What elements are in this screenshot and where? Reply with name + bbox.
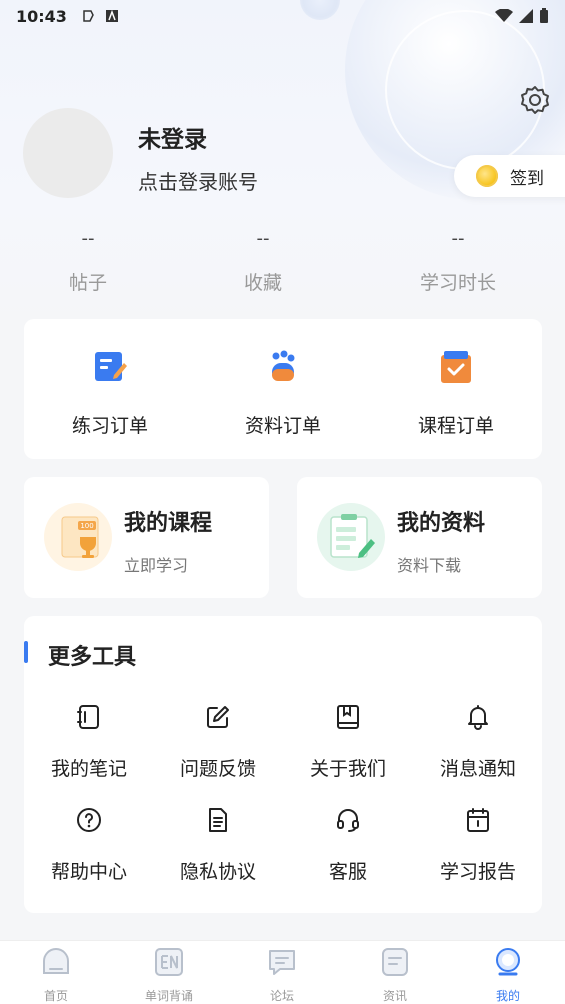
feature-subtitle: 立即学习 [124,556,189,575]
tool-customer-service[interactable]: 客服 [293,807,403,884]
avatar[interactable] [23,108,113,198]
stat-label: 收藏 [243,272,282,294]
course-order-icon [441,351,471,383]
user-name[interactable]: 未登录 [138,120,207,154]
settings-gear-icon[interactable] [519,84,551,116]
edit-icon [207,706,229,728]
stat-favorites[interactable]: -- 收藏 [203,228,323,295]
bell-icon [468,705,488,730]
tool-my-notes[interactable]: 我的笔记 [34,704,144,781]
bottom-tab-bar: 首页 单词背诵 论坛 资讯 我的 [0,940,565,1004]
tool-label: 隐私协议 [179,861,256,883]
tab-forum[interactable]: 论坛 [237,947,327,1004]
notebook-icon [77,705,99,729]
my-materials-card[interactable]: 我的资料 资料下载 [297,477,542,598]
battery-icon [540,8,548,23]
order-label: 资料订单 [244,415,321,437]
forum-icon [269,950,295,975]
tab-label: 我的 [495,989,520,1003]
tool-feedback[interactable]: 问题反馈 [163,704,273,781]
tool-notifications[interactable]: 消息通知 [423,704,533,781]
tab-label: 资讯 [382,989,407,1003]
tool-about-us[interactable]: 关于我们 [293,704,403,781]
tool-label: 消息通知 [439,758,516,780]
signal-icon [519,9,533,23]
my-courses-card[interactable]: 100 我的课程 立即学习 [24,477,269,598]
section-accent-bar [24,641,28,663]
book-icon [337,705,359,729]
checkin-button[interactable]: 签到 [454,155,565,197]
tab-profile[interactable]: 我的 [463,947,553,1004]
orders-card: 练习订单 资料订单 课程订单 [24,319,542,459]
tab-label: 首页 [43,989,68,1003]
stat-posts[interactable]: -- 帖子 [28,228,148,295]
en-icon [155,948,183,976]
status-bar: 10:43 [0,0,565,32]
checkin-label: 签到 [510,168,544,189]
document-icon [209,808,227,832]
tool-label: 帮助中心 [50,861,127,883]
tool-label: 学习报告 [439,861,516,883]
stat-label: 帖子 [68,272,107,294]
user-stats: -- 帖子 -- 收藏 -- 学习时长 [0,228,565,298]
tab-home[interactable]: 首页 [11,947,101,1004]
practice-order-button[interactable]: 练习订单 [40,349,180,438]
practice-order-icon [95,352,127,381]
tool-help-center[interactable]: 帮助中心 [34,807,144,884]
calendar-icon [467,808,489,832]
coin-icon [476,165,498,187]
more-tools-card: 更多工具 我的笔记 问题反馈 关于我们 消息通知 帮助中心 隐私协议 客服 学习… [24,616,542,913]
tab-news[interactable]: 资讯 [350,947,440,1004]
feature-subtitle: 资料下载 [397,556,462,575]
home-icon [43,947,69,974]
stat-study-time[interactable]: -- 学习时长 [398,228,518,295]
notification-icon [83,10,94,22]
tab-label: 论坛 [269,989,294,1003]
tool-label: 客服 [328,861,367,883]
svg-text:100: 100 [80,522,93,530]
material-order-button[interactable]: 资料订单 [213,349,353,438]
tab-word-recitation[interactable]: 单词背诵 [124,947,214,1004]
course-order-button[interactable]: 课程订单 [386,349,526,438]
question-icon [77,808,101,832]
order-label: 练习订单 [71,415,148,437]
material-order-icon [272,350,295,381]
tool-label: 我的笔记 [50,758,127,780]
news-icon [382,948,408,976]
headset-icon [337,809,359,832]
trophy-icon: 100 [44,503,112,571]
stat-value: -- [256,228,270,249]
materials-download-icon [317,503,385,571]
tool-privacy-policy[interactable]: 隐私协议 [163,807,273,884]
order-label: 课程订单 [417,415,494,437]
feature-title: 我的课程 [124,511,213,536]
profile-icon [496,948,520,976]
stat-label: 学习时长 [419,272,496,294]
tool-label: 问题反馈 [179,758,256,780]
section-title: 更多工具 [48,645,137,670]
stat-value: -- [451,228,465,249]
keyboard-icon [105,9,118,22]
tool-study-report[interactable]: 学习报告 [423,807,533,884]
login-prompt-link[interactable]: 点击登录账号 [138,166,258,195]
status-time: 10:43 [16,6,67,26]
tool-label: 关于我们 [309,758,386,780]
feature-title: 我的资料 [397,511,486,536]
wifi-icon [495,9,513,22]
stat-value: -- [81,228,95,249]
tab-label: 单词背诵 [144,989,193,1003]
